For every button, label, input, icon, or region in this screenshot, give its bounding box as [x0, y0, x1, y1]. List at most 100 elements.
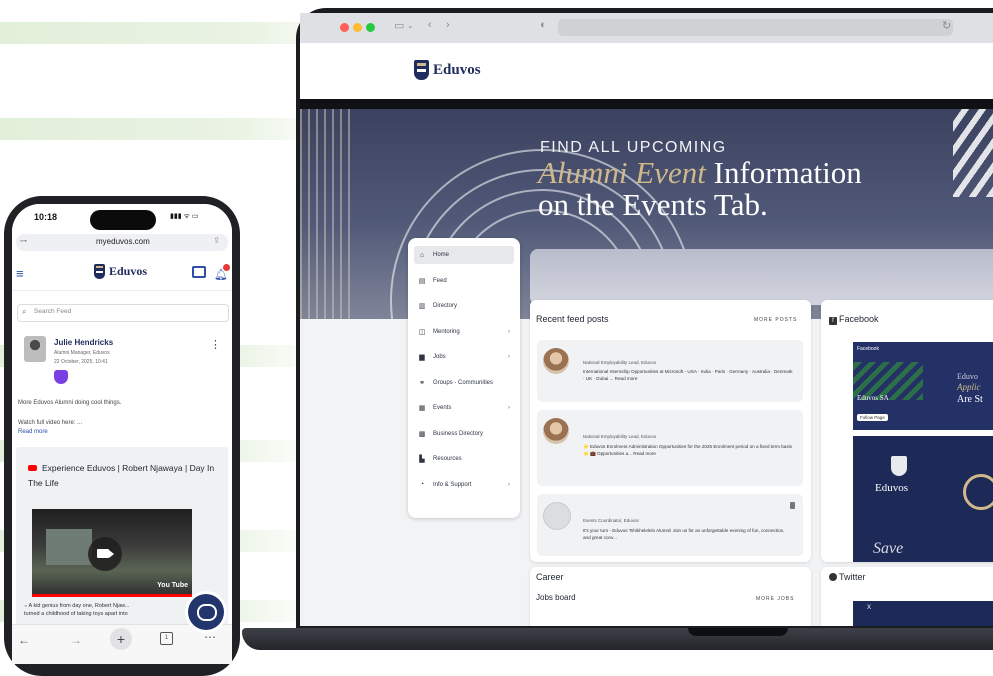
feed-post[interactable]: Events Coordinator, Eduvos It's your tur… — [537, 494, 803, 556]
more-options-icon[interactable]: ⋮ — [210, 338, 221, 351]
nav-item-mentoring[interactable]: ◫ Mentoring › — [414, 323, 514, 341]
minimize-window-button[interactable] — [353, 23, 362, 32]
chevron-down-icon[interactable]: ⌄ — [407, 21, 414, 30]
feed-post[interactable]: National Employability Lead, Eduvos Inte… — [537, 340, 803, 402]
reload-icon[interactable]: ↻ — [942, 19, 951, 32]
post-author-avatar[interactable] — [24, 336, 46, 362]
video-progress-bar — [32, 594, 192, 597]
sidebar-icon[interactable]: ▭ — [394, 19, 404, 32]
privacy-icon[interactable]: ◐ — [540, 19, 547, 31]
video-title[interactable]: Experience Eduvos | Robert Njawaya | Day… — [28, 461, 218, 491]
twitter-embed[interactable]: X — [853, 601, 993, 626]
facebook-embed-right-2: Applic — [957, 382, 981, 392]
video-play-icon[interactable] — [88, 537, 122, 571]
nav-item-events[interactable]: ▦ Events › — [414, 399, 514, 417]
business-icon: ▩ — [418, 430, 426, 438]
share-icon[interactable]: ⇪ — [213, 236, 220, 245]
follow-page-button[interactable]: Follow Page — [857, 414, 888, 421]
video-camera-icon — [97, 549, 109, 558]
back-arrow-icon[interactable]: ‹ — [428, 19, 432, 31]
nav-item-info-support[interactable]: ◔ Info & Support › — [414, 476, 514, 494]
background-stripe — [0, 118, 340, 140]
jobs-board-title: Jobs board — [536, 593, 576, 602]
video-thumbnail[interactable]: You Tube — [32, 509, 192, 597]
phone-eduvos-logo[interactable]: Eduvos — [94, 264, 147, 279]
search-feed-input[interactable]: ⌕ Search Feed — [17, 304, 229, 322]
close-window-button[interactable] — [340, 23, 349, 32]
twitter-title-text: Twitter — [839, 572, 866, 582]
nav-item-home[interactable]: ⌂ Home — [414, 246, 514, 264]
forward-arrow-icon[interactable]: › — [446, 19, 450, 31]
nav-item-jobs[interactable]: ▆ Jobs › — [414, 348, 514, 366]
career-card: Career Jobs board MORE JOBS — [530, 567, 811, 626]
facebook-page-label: Facebook — [857, 346, 879, 352]
briefcase-icon: ▆ — [419, 354, 425, 361]
home-icon: ⌂ — [419, 251, 425, 259]
post-avatar — [543, 418, 569, 444]
tabs-icon[interactable]: 1 — [160, 632, 173, 645]
post-author-name[interactable]: Julie Hendricks — [54, 338, 113, 347]
facebook-embed-header[interactable]: Facebook Eduvos SA Follow Page Eduvo App… — [853, 342, 993, 430]
phone-browser-toolbar: ← → + 1 ⋯ — [12, 624, 232, 664]
hamburger-menu-icon[interactable]: ≡ — [16, 266, 24, 281]
more-menu-icon[interactable]: ⋯ — [204, 630, 216, 644]
status-icons: ▮▮▮ ᯤ ▭ — [170, 213, 199, 220]
read-more-link[interactable]: Read more — [18, 429, 48, 435]
back-arrow-icon[interactable]: ← — [18, 633, 30, 647]
status-time: 10:18 — [34, 212, 58, 222]
facebook-title-text: Facebook — [839, 314, 879, 324]
post-author-role: Alumni Manager, Eduvos — [54, 350, 110, 356]
facebook-icon: f — [829, 317, 837, 325]
nav-item-label: Resources — [433, 456, 462, 462]
nav-item-resources[interactable]: ▙ Resources — [414, 450, 514, 468]
nav-item-feed[interactable]: ▤ Feed — [414, 272, 514, 290]
chat-bubble-icon — [197, 604, 217, 621]
eduvos-logo[interactable]: Eduvos — [414, 60, 481, 80]
hero-banner: FIND ALL UPCOMING Alumni Event Informati… — [300, 109, 993, 319]
nav-item-groups-communities[interactable]: ⚭ Groups - Communities — [414, 374, 514, 392]
laptop-screen: ▭ ⌄ ‹ › ◐ ↻ Eduvos FIND ALL UPCOMING Alu… — [300, 13, 993, 626]
calendar-icon: ▦ — [418, 405, 426, 412]
site-header: Eduvos — [300, 43, 993, 99]
chevron-right-icon: › — [508, 354, 510, 360]
chat-icon[interactable] — [192, 266, 206, 278]
key-icon: ⊶ — [20, 238, 27, 245]
nav-item-label: Home — [433, 252, 450, 258]
facebook-title: f Facebook — [829, 314, 879, 325]
document-icon[interactable] — [790, 502, 795, 509]
chat-support-button[interactable] — [188, 594, 224, 630]
header-divider — [300, 99, 993, 109]
zoom-window-button[interactable] — [366, 23, 375, 32]
notification-badge — [223, 264, 230, 271]
recent-feed-card: Recent feed posts MORE POSTS National Em… — [530, 300, 811, 562]
youtube-logo: You Tube — [157, 582, 188, 589]
nav-item-business-directory[interactable]: ▩ Business Directory — [414, 425, 514, 443]
address-bar[interactable] — [558, 19, 953, 36]
eduvos-crest-icon — [414, 60, 429, 80]
hero-cta-panel[interactable] — [530, 249, 993, 305]
search-placeholder: Search Feed — [34, 308, 72, 315]
forward-arrow-icon[interactable]: → — [70, 633, 82, 647]
facebook-embed-save-text: Save — [873, 540, 904, 557]
decorative-pillars — [300, 109, 352, 319]
post-text: It's your turn - Eduvos Tshikhelelelo Al… — [583, 528, 785, 540]
more-jobs-link[interactable]: MORE JOBS — [756, 596, 794, 602]
facebook-embed-post[interactable]: Eduvos Save — [853, 436, 993, 562]
video-camera-lens — [109, 550, 114, 558]
directory-icon: ▥ — [418, 303, 426, 310]
laptop-base — [242, 628, 993, 650]
more-posts-link[interactable]: MORE POSTS — [754, 317, 797, 323]
feed-post[interactable]: National Employability Lead, Eduvos ⭐ Ed… — [537, 410, 803, 486]
feed-icon: ▤ — [418, 277, 426, 285]
video-caption: ◒ A kid genius from day one, Robert Njaw… — [24, 602, 204, 618]
phone-logo-text: Eduvos — [109, 264, 148, 278]
nav-item-label: Directory — [433, 303, 458, 309]
nav-item-directory[interactable]: ▥ Directory — [414, 297, 514, 315]
twitter-title: Twitter — [829, 572, 866, 582]
phone-address-bar[interactable]: ⊶ myeduvos.com ⇪ — [16, 234, 228, 251]
phone-site-header: ≡ Eduvos 🔔︎ — [12, 256, 232, 291]
facebook-embed-right-3: Are St — [957, 394, 983, 405]
groups-icon: ⚭ — [419, 379, 425, 387]
new-tab-icon[interactable]: + — [110, 628, 132, 650]
facebook-card: f Facebook Facebook Eduvos SA Follow Page… — [821, 300, 993, 562]
